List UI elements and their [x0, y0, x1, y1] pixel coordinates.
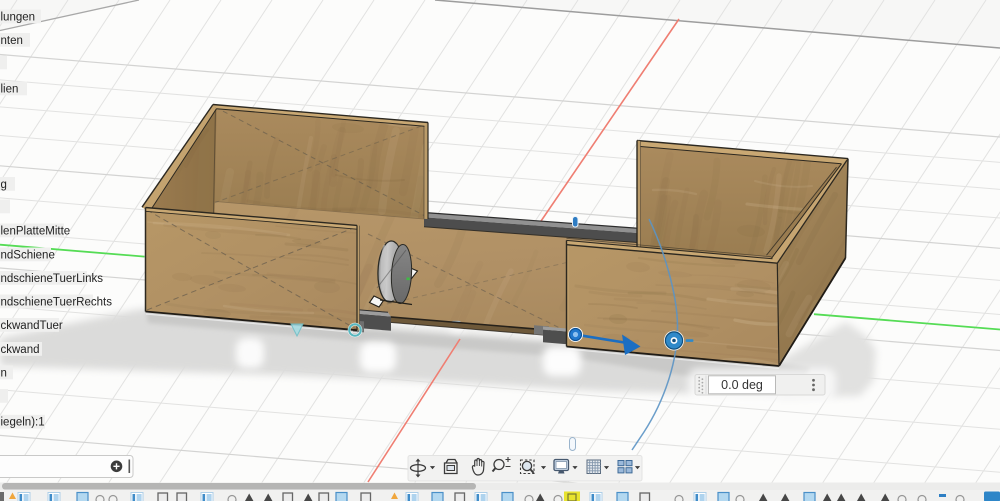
svg-text:nten: nten	[1, 35, 23, 47]
svg-text:lenPlatteMitte: lenPlatteMitte	[1, 225, 71, 237]
svg-text:ckwand: ckwand	[1, 344, 40, 356]
svg-text:n: n	[1, 367, 7, 379]
svg-text:0.0 deg: 0.0 deg	[721, 378, 763, 392]
svg-text:ckwandTuer: ckwandTuer	[1, 320, 63, 332]
svg-text:lungen: lungen	[1, 11, 36, 23]
svg-text:iegeln):1: iegeln):1	[1, 417, 45, 429]
svg-text:ndSchiene: ndSchiene	[1, 249, 55, 261]
svg-text:g: g	[1, 179, 7, 191]
svg-text:ndschieneTuerLinks: ndschieneTuerLinks	[1, 273, 104, 285]
svg-text:ndschieneTuerRechts: ndschieneTuerRechts	[1, 296, 113, 308]
svg-text:lien: lien	[1, 83, 19, 95]
